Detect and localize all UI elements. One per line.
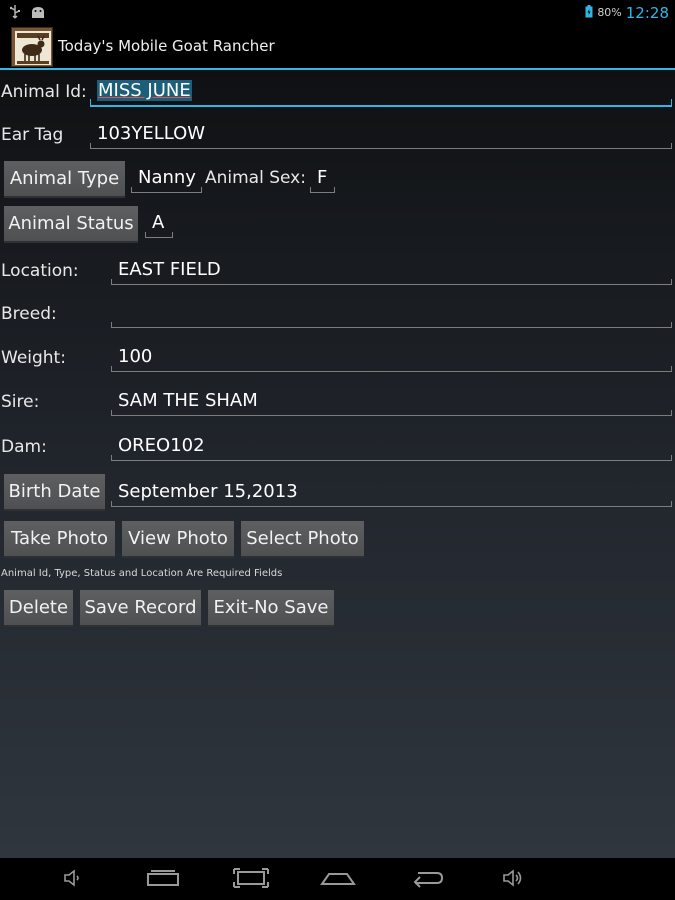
- status-bar: 80% 12:28: [0, 0, 675, 25]
- clock: 12:28: [625, 3, 669, 22]
- breed-field[interactable]: [111, 298, 672, 328]
- breed-label: Breed:: [1, 304, 57, 324]
- birth-date-value: September 15,2013: [118, 481, 298, 502]
- animal-id-field[interactable]: MISS JUNE: [90, 75, 672, 107]
- animal-status-value: A: [152, 212, 165, 233]
- animal-status-field[interactable]: A: [145, 208, 173, 238]
- sire-value: SAM THE SHAM: [118, 390, 258, 411]
- weight-value: 100: [118, 346, 153, 367]
- dam-label: Dam:: [1, 437, 47, 457]
- animal-type-value: Nanny: [138, 167, 196, 188]
- usb-icon: [9, 4, 20, 23]
- animal-sex-field[interactable]: F: [310, 163, 335, 193]
- view-photo-button[interactable]: View Photo: [122, 521, 234, 558]
- delete-button[interactable]: Delete: [4, 590, 73, 627]
- animal-sex-label: Animal Sex:: [205, 168, 306, 188]
- dam-value: OREO102: [118, 435, 205, 456]
- ear-tag-field[interactable]: 103YELLOW: [90, 119, 672, 149]
- weight-field[interactable]: 100: [111, 342, 672, 372]
- sire-label: Sire:: [1, 392, 40, 412]
- goat-app-icon[interactable]: [11, 27, 53, 67]
- screenshot-icon[interactable]: [233, 868, 269, 892]
- select-photo-button[interactable]: Select Photo: [241, 521, 364, 558]
- location-value: EAST FIELD: [118, 259, 221, 280]
- take-photo-button[interactable]: Take Photo: [4, 521, 115, 558]
- app-title: Today's Mobile Goat Rancher: [58, 37, 275, 55]
- animal-type-field[interactable]: Nanny: [131, 163, 202, 193]
- location-field[interactable]: EAST FIELD: [111, 255, 672, 285]
- home-icon[interactable]: [320, 868, 356, 892]
- android-debug-icon: [30, 4, 46, 23]
- ear-tag-value: 103YELLOW: [97, 123, 206, 144]
- weight-label: Weight:: [1, 348, 66, 368]
- save-record-button[interactable]: Save Record: [80, 590, 201, 627]
- volume-up-icon[interactable]: [501, 868, 523, 892]
- birth-date-button[interactable]: Birth Date: [4, 474, 105, 511]
- birth-date-field[interactable]: September 15,2013: [111, 477, 672, 507]
- animal-type-button[interactable]: Animal Type: [4, 161, 125, 198]
- back-icon[interactable]: [409, 868, 444, 892]
- volume-down-icon[interactable]: [62, 868, 82, 892]
- exit-no-save-button[interactable]: Exit-No Save: [208, 590, 334, 627]
- animal-status-button[interactable]: Animal Status: [4, 206, 138, 243]
- animal-id-label: Animal Id:: [1, 82, 87, 102]
- ear-tag-label: Ear Tag: [1, 125, 64, 145]
- battery-icon: [585, 3, 593, 22]
- navigation-bar: [0, 858, 675, 900]
- battery-percent: 80%: [597, 6, 622, 19]
- dam-field[interactable]: OREO102: [111, 431, 672, 461]
- animal-sex-value: F: [317, 167, 328, 188]
- sire-field[interactable]: SAM THE SHAM: [111, 386, 672, 416]
- animal-id-value: MISS JUNE: [97, 80, 192, 101]
- required-fields-note: Animal Id, Type, Status and Location Are…: [1, 568, 283, 579]
- action-bar: Today's Mobile Goat Rancher: [0, 25, 675, 70]
- recent-apps-icon[interactable]: [146, 868, 180, 892]
- location-label: Location:: [1, 261, 79, 281]
